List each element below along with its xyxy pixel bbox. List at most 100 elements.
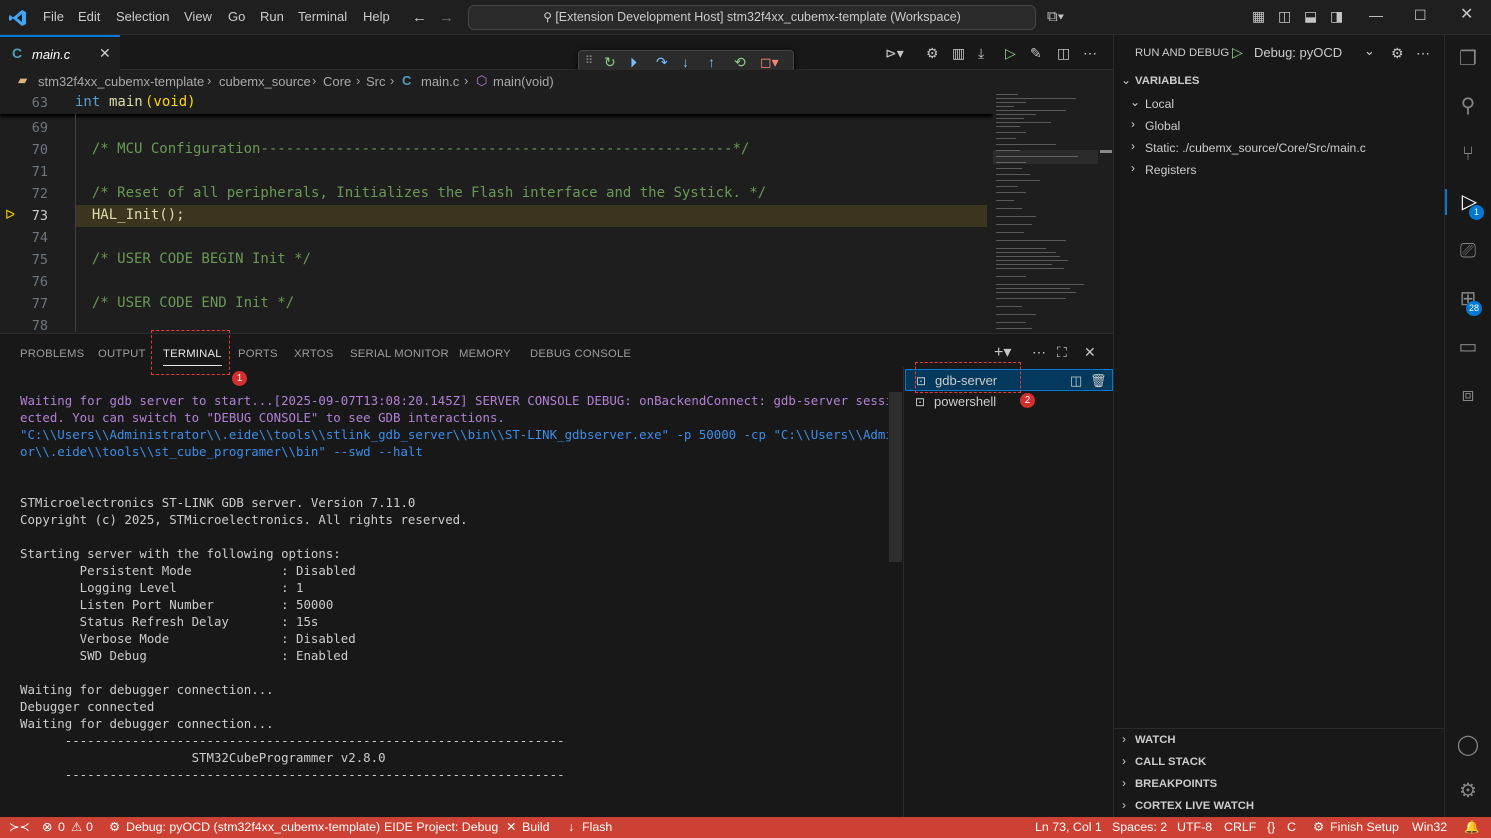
tab-debug-console[interactable]: DEBUG CONSOLE [530,348,631,360]
menu-edit[interactable]: Edit [78,9,100,24]
menu-help[interactable]: Help [363,9,390,24]
trash-icon[interactable]: 🗑 [1090,370,1107,392]
chevron-right-icon[interactable]: › [1122,732,1126,746]
chevron-down-icon[interactable]: ⌄ [1130,95,1140,109]
new-terminal-icon[interactable]: +▾ [994,345,1011,361]
chip-icon[interactable]: ⧈ [1455,382,1481,408]
line-ending[interactable]: CRLF [1224,817,1256,838]
maximize-window-icon[interactable]: ☐ [1414,8,1427,22]
build-button[interactable]: Build [522,817,550,838]
chevron-right-icon[interactable]: › [1131,161,1135,175]
indentation[interactable]: Spaces: 2 [1112,817,1167,838]
terminal-item-powershell[interactable]: ⊡ powershell [905,391,1113,413]
step-out-icon[interactable]: ↑ [708,55,715,69]
tab-problems[interactable]: PROBLEMS [20,348,84,360]
step-over-icon[interactable]: ↷ [656,55,668,69]
split-editor-icon[interactable]: ◫ [1057,46,1070,60]
restart-icon[interactable]: ⟲ [734,55,746,69]
search-icon[interactable]: ⚲ [1455,93,1481,119]
terminal-output[interactable]: Waiting for gdb server to start...[2025-… [20,392,888,812]
variables-local[interactable]: Local [1145,97,1174,111]
more-actions-icon[interactable]: ⋯ [1032,345,1046,359]
terminal-scrollbar[interactable] [889,392,902,562]
close-panel-icon[interactable]: ✕ [1084,345,1096,359]
menu-terminal[interactable]: Terminal [298,9,347,24]
chevron-right-icon[interactable]: › [1122,754,1126,768]
menu-run[interactable]: Run [260,9,284,24]
forward-arrow-icon[interactable]: → [439,10,454,25]
variables-header[interactable]: VARIABLES [1135,75,1199,87]
split-terminal-icon[interactable]: ◫ [1070,370,1082,392]
back-arrow-icon[interactable]: ← [412,10,427,25]
menu-file[interactable]: File [43,9,64,24]
explorer-icon[interactable]: ❐ [1455,46,1481,72]
close-tab-icon[interactable]: ✕ [99,45,111,62]
account-icon[interactable]: ◯ [1455,732,1481,758]
sticky-scroll-line[interactable]: 63 int main (void) [0,92,993,114]
remote-explorer-icon[interactable]: ⎚ [1455,238,1481,264]
start-debugging-icon[interactable]: ▷ [1232,44,1243,61]
build-icon[interactable]: ▥ [952,46,965,60]
language-mode[interactable]: C [1287,817,1296,838]
breadcrumb-core[interactable]: Core [323,74,351,89]
variables-global[interactable]: Global [1145,119,1180,133]
maximize-panel-icon[interactable]: ⛶ [1057,345,1067,359]
run-and-debug-icon[interactable]: ▷ [1445,189,1491,215]
chevron-down-icon[interactable]: ⌄ [1121,73,1131,87]
more-actions-icon[interactable]: ⋯ [1416,46,1430,60]
chevron-right-icon[interactable]: › [1131,139,1135,153]
minimap[interactable] [993,92,1112,332]
code-editor[interactable]: 63 int main (void) 69 70 71 72 73 74 75 … [0,92,1113,332]
error-icon[interactable]: ⊗ [42,817,52,838]
eide-project[interactable]: EIDE Project: Debug [384,817,498,838]
chevron-right-icon[interactable]: › [1131,117,1135,131]
remote-indicator-icon[interactable]: ≻≺ [9,817,30,838]
tab-xrtos[interactable]: XRTOS [294,348,334,360]
warning-count[interactable]: 0 [86,817,93,838]
flash-icon[interactable]: ↓ [568,817,574,838]
menu-go[interactable]: Go [228,9,245,24]
close-window-icon[interactable]: ✕ [1460,7,1473,23]
notifications-bell-icon[interactable]: 🔔 [1464,817,1479,838]
cursor-position[interactable]: Ln 73, Col 1 [1035,817,1102,838]
debug-session-icon[interactable]: ⚙ [109,817,120,838]
run-icon[interactable]: ▷ [1005,46,1016,60]
stop-icon[interactable]: ◻▾ [760,55,779,69]
flash-button[interactable]: Flash [582,817,612,838]
language-icon[interactable]: {} [1267,817,1275,838]
debug-config-select[interactable]: Debug: pyOCD ⌄ [1251,42,1381,62]
step-into-icon[interactable]: ↓ [682,55,689,69]
tab-serial-monitor[interactable]: SERIAL MONITOR [350,348,449,360]
setup-icon[interactable]: ⚙ [1313,817,1324,838]
tab-output[interactable]: OUTPUT [98,348,146,360]
breadcrumb-cubemx-source[interactable]: cubemx_source [219,74,311,89]
variables-static[interactable]: Static: ./cubemx_source/Core/Src/main.c [1145,141,1366,155]
variables-registers[interactable]: Registers [1145,163,1196,177]
minimize-window-icon[interactable]: — [1369,8,1383,22]
reset-device-icon[interactable]: ↻ [604,55,616,69]
tab-memory[interactable]: MEMORY [459,348,511,360]
gear-icon[interactable]: ⚙ [1391,46,1404,60]
continue-icon[interactable]: ⏵ [630,55,637,69]
customize-layout-icon[interactable]: ▦ [1252,9,1265,23]
breadcrumb-main-c[interactable]: main.c [421,74,459,89]
debug-session[interactable]: Debug: pyOCD (stm32f4xx_cubemx-template) [126,817,380,838]
call-stack-header[interactable]: CALL STACK [1135,756,1206,768]
breakpoints-header[interactable]: BREAKPOINTS [1135,778,1217,790]
folder-icon[interactable]: ▭ [1455,334,1481,360]
gear-icon[interactable]: ⚙ [926,46,939,60]
menu-selection[interactable]: Selection [116,9,169,24]
watch-header[interactable]: WATCH [1135,734,1176,746]
clean-icon[interactable]: ✎ [1030,46,1042,60]
platform[interactable]: Win32 [1412,817,1447,838]
warning-icon[interactable]: ⚠ [71,817,82,838]
build-icon[interactable]: ✕ [506,817,516,838]
tab-ports[interactable]: PORTS [238,348,278,360]
toggle-primary-sidebar-icon[interactable]: ◫ [1278,9,1291,23]
source-control-icon[interactable]: ⑂ [1455,141,1481,167]
cortex-live-watch-header[interactable]: CORTEX LIVE WATCH [1135,800,1254,812]
command-center[interactable]: ⚲ [Extension Development Host] stm32f4xx… [468,5,1036,30]
tab-main-c[interactable]: C main.c ✕ [0,35,120,70]
toggle-secondary-sidebar-icon[interactable]: ◨ [1330,9,1343,23]
toggle-panel-icon[interactable]: ⬓ [1304,9,1317,23]
